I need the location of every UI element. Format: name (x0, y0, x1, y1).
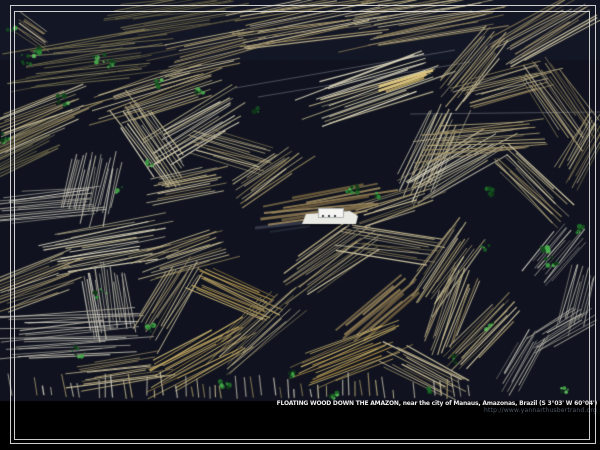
aerial-photo-log-rafts (0, 0, 600, 450)
wallpaper: FLOATING WOOD DOWN THE AMAZON, near the … (0, 0, 600, 450)
caption-url: http://www.yannarthusbertrand.org (277, 407, 597, 414)
photo-caption: FLOATING WOOD DOWN THE AMAZON, near the … (277, 400, 597, 414)
caption-title: FLOATING WOOD DOWN THE AMAZON, near the … (277, 400, 597, 407)
